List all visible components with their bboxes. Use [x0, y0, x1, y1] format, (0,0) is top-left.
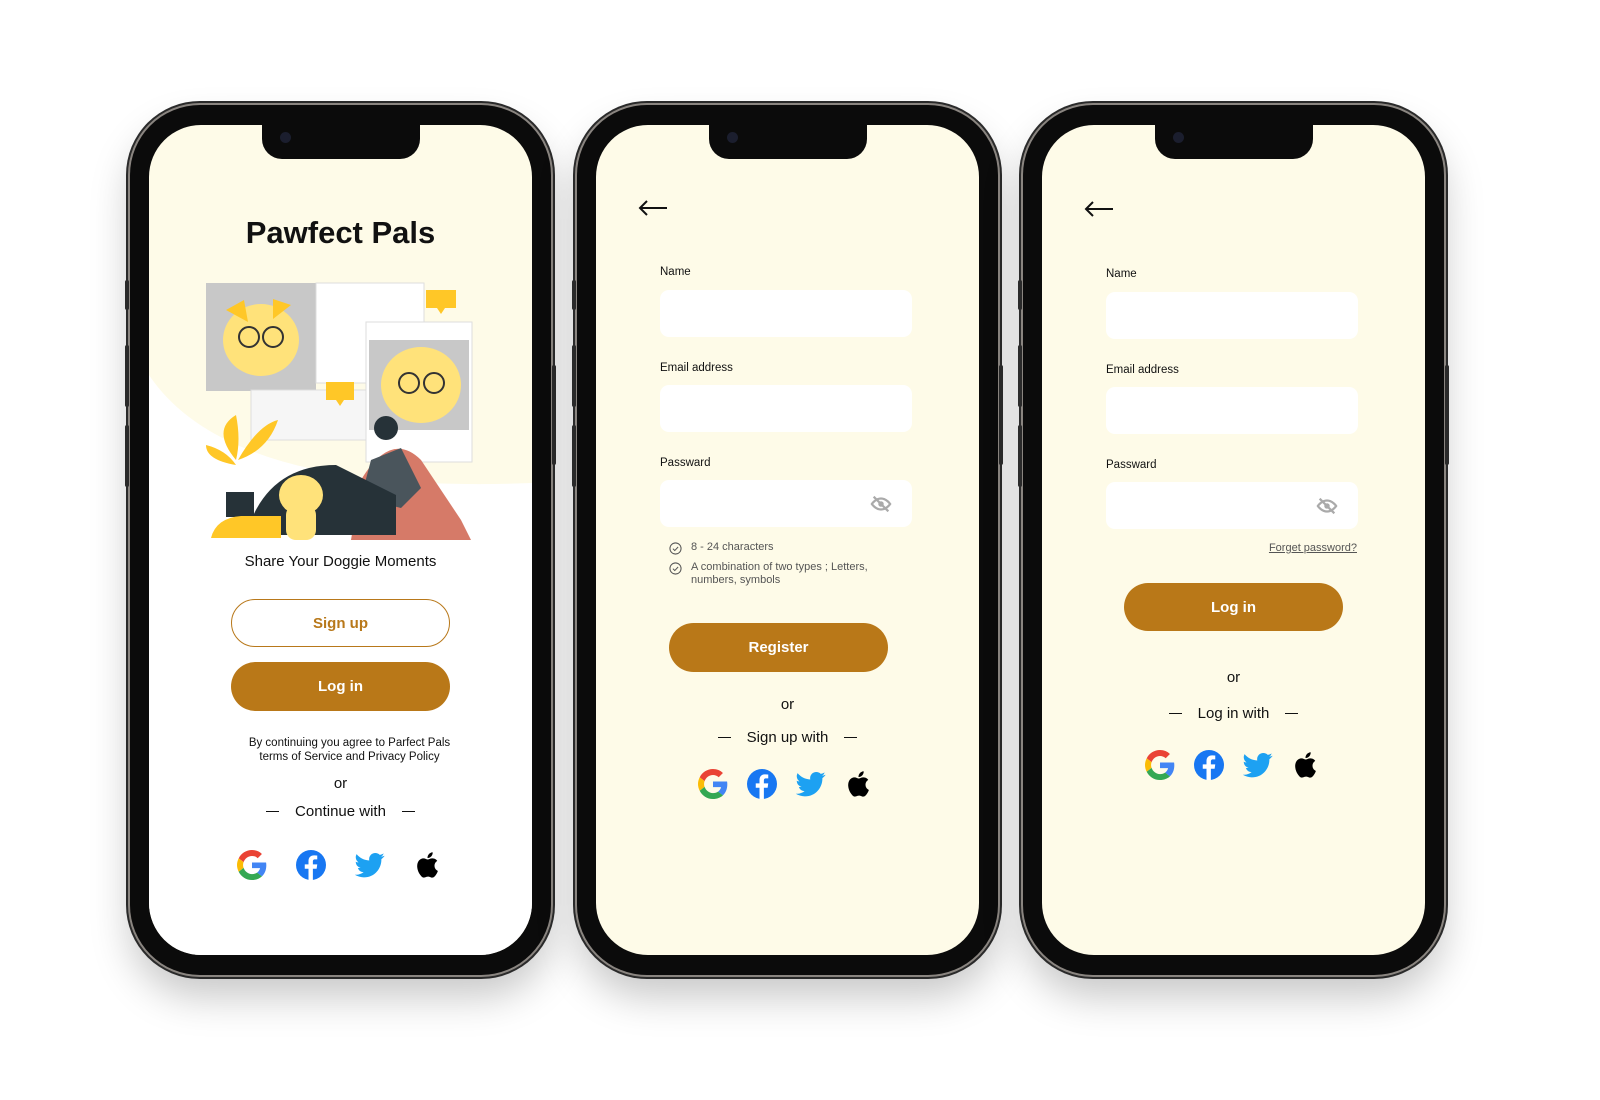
tagline: Share Your Doggie Moments [244, 553, 437, 570]
terms-line-1: By continuing you agree to Parfect Pals [248, 737, 451, 749]
mute-switch [1018, 280, 1022, 310]
phone-login: Name Email address Passward Forget passw… [1018, 105, 1449, 975]
sign-up-with-divider: Sign up with [596, 729, 979, 746]
check-circle-icon [669, 542, 682, 555]
continue-with-divider: Continue with [149, 803, 532, 820]
dash-left [1168, 712, 1182, 715]
login-screen: Name Email address Passward Forget passw… [1042, 125, 1425, 955]
google-icon[interactable] [698, 769, 728, 799]
notch [708, 125, 867, 159]
terms-line-2[interactable]: terms of Service and Privacy Policy [167, 750, 532, 764]
facebook-icon[interactable] [296, 850, 326, 880]
rule-text: A combination of two types ; Letters, nu… [691, 561, 868, 586]
terms-text: By continuing you agree to Parfect Pals … [149, 736, 532, 764]
dash-left [717, 736, 731, 739]
or-divider: or [780, 696, 795, 713]
phone-register: Name Email address Passward 8 - 24 chara… [572, 105, 1003, 975]
log-in-with-divider: Log in with [1042, 705, 1425, 722]
password-input[interactable] [660, 480, 912, 527]
name-input[interactable] [660, 290, 912, 337]
register-screen: Name Email address Passward 8 - 24 chara… [596, 125, 979, 955]
notch [1154, 125, 1313, 159]
arrow-left-icon[interactable] [1084, 200, 1114, 218]
or-divider: or [1226, 669, 1241, 686]
mute-switch [125, 280, 129, 310]
sign-up-button[interactable]: Sign up [231, 599, 450, 647]
camera [279, 132, 291, 143]
eye-off-icon[interactable] [1316, 495, 1338, 517]
or-divider: or [333, 775, 348, 792]
dash-right [1285, 712, 1299, 715]
email-input[interactable] [1106, 387, 1358, 434]
volume-up-button [125, 345, 129, 407]
twitter-icon[interactable] [1243, 750, 1273, 780]
app-title: Pawfect Pals [245, 215, 436, 250]
volume-down-button [125, 425, 129, 487]
name-input[interactable] [1106, 292, 1358, 339]
register-button[interactable]: Register [669, 623, 888, 672]
power-button [999, 365, 1003, 465]
apple-icon[interactable] [414, 850, 444, 880]
name-label: Name [1106, 268, 1137, 280]
volume-down-button [572, 425, 576, 487]
volume-down-button [1018, 425, 1022, 487]
rule-text: 8 - 24 characters [691, 541, 774, 553]
volume-up-button [1018, 345, 1022, 407]
power-button [552, 365, 556, 465]
log-in-with-label: Log in with [1197, 705, 1270, 722]
continue-with-label: Continue with [295, 803, 386, 820]
password-rule: 8 - 24 characters [669, 541, 774, 555]
notch [261, 125, 420, 159]
camera [726, 132, 738, 143]
camera [1172, 132, 1184, 143]
sign-up-with-label: Sign up with [746, 729, 829, 746]
log-in-button[interactable]: Log in [231, 662, 450, 711]
facebook-icon[interactable] [1194, 750, 1224, 780]
email-input[interactable] [660, 385, 912, 432]
phone-welcome: Pawfect Pals Share Your Doggie Moments S… [125, 105, 556, 975]
illustration-dog-selfie [206, 282, 473, 540]
email-label: Email address [1106, 364, 1179, 376]
power-button [1445, 365, 1449, 465]
facebook-icon[interactable] [747, 769, 777, 799]
dash-left [266, 810, 280, 813]
forgot-password-link[interactable]: Forget password? [1269, 542, 1357, 554]
dash-right [844, 736, 858, 739]
apple-icon[interactable] [1292, 750, 1322, 780]
check-circle-icon [669, 562, 682, 575]
arrow-left-icon[interactable] [638, 199, 668, 217]
mute-switch [572, 280, 576, 310]
dash-right [401, 810, 415, 813]
password-input[interactable] [1106, 482, 1358, 529]
name-label: Name [660, 266, 691, 278]
google-icon[interactable] [237, 850, 267, 880]
email-label: Email address [660, 362, 733, 374]
apple-icon[interactable] [845, 769, 875, 799]
google-icon[interactable] [1145, 750, 1175, 780]
password-label: Passward [1106, 459, 1157, 471]
eye-off-icon[interactable] [870, 493, 892, 515]
password-label: Passward [660, 457, 711, 469]
password-rule: A combination of two types ; Letters, nu… [669, 561, 884, 587]
log-in-button[interactable]: Log in [1124, 583, 1343, 631]
twitter-icon[interactable] [796, 769, 826, 799]
welcome-screen: Pawfect Pals Share Your Doggie Moments S… [149, 125, 532, 955]
volume-up-button [572, 345, 576, 407]
twitter-icon[interactable] [355, 850, 385, 880]
